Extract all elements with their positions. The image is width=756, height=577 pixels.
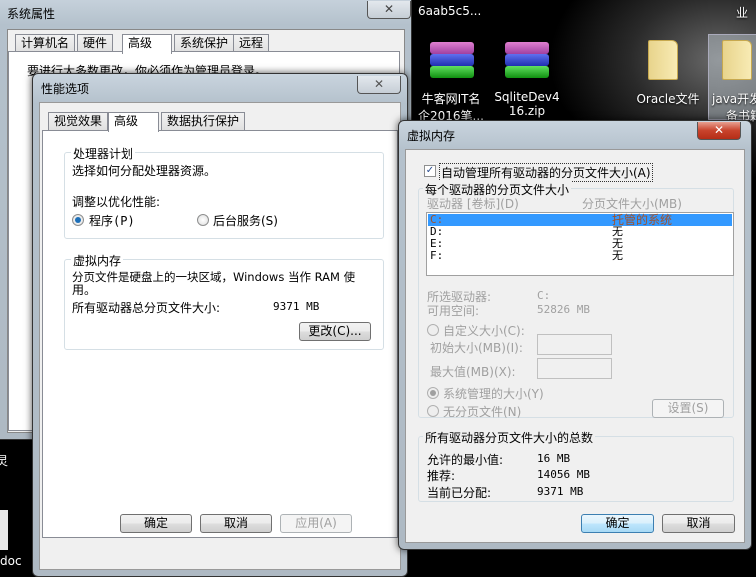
initial-size-input[interactable] <box>537 334 612 355</box>
tab-advanced[interactable]: 高级 <box>122 34 172 54</box>
drive-size: 无 <box>612 249 623 262</box>
folder-icon[interactable] <box>722 40 752 80</box>
folder-icon[interactable] <box>648 40 678 80</box>
virtual-memory-group: 虚拟内存 分页文件是硬盘上的一块区域，Windows 当作 RAM 使 用。 所… <box>64 252 384 350</box>
drive-row[interactable]: F: 无 <box>428 250 732 262</box>
window-title: 虚拟内存 <box>407 129 456 143</box>
drive-row-selected[interactable]: C: 托管的系统 <box>428 214 732 226</box>
close-button[interactable]: ✕ <box>357 76 401 94</box>
tab-computer-name[interactable]: 计算机名 <box>15 34 76 52</box>
window-title: 系统属性 <box>7 7 56 21</box>
drive-row[interactable]: D: 无 <box>428 226 732 238</box>
tab-remote[interactable]: 远程 <box>233 34 270 52</box>
processor-description: 选择如何分配处理器资源。 <box>72 164 217 178</box>
background-services-label[interactable]: 后台服务(S) <box>213 212 278 229</box>
drive-letter: F: <box>430 249 444 262</box>
vm-description-line1: 分页文件是硬盘上的一块区域，Windows 当作 RAM 使 <box>72 270 356 284</box>
no-paging-file-label[interactable]: 无分页文件(N) <box>443 403 521 420</box>
window-client: 视觉效果 高级 数据执行保护 处理器计划 选择如何分配处理器资源。 调整以优化性… <box>39 102 401 570</box>
label-line: SqliteDev4 <box>494 90 560 104</box>
tab-advanced[interactable]: 高级 <box>108 112 159 132</box>
cancel-button[interactable]: 取消 <box>200 514 272 533</box>
column-header-drive: 驱动器 [卷标](D) <box>427 197 519 211</box>
desktop-icon-label[interactable]: 牛客网IT名 企2016笔... <box>414 90 488 124</box>
totals-group: 所有驱动器分页文件大小的总数 允许的最小值: 16 MB 推荐: 14056 M… <box>418 429 734 502</box>
ok-button[interactable]: 确定 <box>120 514 192 533</box>
window-title: 性能选项 <box>41 82 90 96</box>
drive-list[interactable]: C: 托管的系统 D: 无 E: 无 F: 无 <box>426 212 734 276</box>
recommended-label: 推荐: <box>427 469 456 483</box>
adjust-label: 调整以优化性能: <box>72 195 161 209</box>
desktop-icon-label[interactable]: SqliteDev4 16.zip <box>490 90 564 118</box>
desktop-icon-label[interactable]: 灵 <box>0 452 8 469</box>
cancel-button[interactable]: 取消 <box>662 514 735 533</box>
background-services-radio[interactable] <box>197 214 209 226</box>
tab-hardware[interactable]: 硬件 <box>77 34 114 52</box>
programs-radio[interactable] <box>72 214 84 226</box>
virtual-memory-window: 虚拟内存 ✕ ✓ 自动管理所有驱动器的分页文件大小(A) 每个驱动器的分页文件大… <box>398 120 752 550</box>
free-space-label: 可用空间: <box>427 304 480 318</box>
column-header-size: 分页文件大小(MB) <box>582 197 682 211</box>
max-size-input[interactable] <box>537 358 612 379</box>
desktop-icon-label[interactable]: 业 <box>736 4 748 21</box>
set-button[interactable]: 设置(S) <box>652 399 724 418</box>
winrar-archive-icon[interactable] <box>505 42 549 78</box>
label-line: 16.zip <box>508 104 546 118</box>
tab-data-execution-prevention[interactable]: 数据执行保护 <box>161 112 246 130</box>
change-button[interactable]: 更改(C)... <box>299 322 371 341</box>
vm-description-line2: 用。 <box>72 283 97 297</box>
close-button[interactable]: ✕ <box>367 1 411 19</box>
free-space-value: 52826 MB <box>537 303 590 316</box>
group-title: 处理器计划 <box>71 145 136 162</box>
desktop-icon-label[interactable]: java开发备书籍 <box>712 90 756 124</box>
programs-label[interactable]: 程序(P) <box>89 212 135 229</box>
group-title: 所有驱动器分页文件大小的总数 <box>423 429 596 446</box>
desktop-icon-label[interactable]: Oracle文件 <box>630 90 706 107</box>
tab-visual-effects[interactable]: 视觉效果 <box>48 112 109 130</box>
drive-row[interactable]: E: 无 <box>428 238 732 250</box>
system-managed-label[interactable]: 系统管理的大小(Y) <box>443 385 544 402</box>
winrar-archive-icon[interactable] <box>430 42 474 78</box>
total-paging-label: 所有驱动器总分页文件大小: <box>72 301 221 315</box>
auto-manage-checkbox[interactable]: ✓ <box>424 165 436 177</box>
performance-options-window: 性能选项 ✕ 视觉效果 高级 数据执行保护 处理器计划 选择如何分配处理器资源。… <box>32 73 408 577</box>
total-paging-value: 9371 MB <box>273 300 320 313</box>
per-drive-group: 每个驱动器的分页文件大小 驱动器 [卷标](D) 分页文件大小(MB) C: 托管… <box>418 181 734 420</box>
system-managed-radio[interactable] <box>427 387 439 399</box>
auto-manage-label[interactable]: 自动管理所有驱动器的分页文件大小(A) <box>439 163 653 182</box>
selected-drive-value: C: <box>537 289 551 302</box>
recommended-value: 14056 MB <box>537 468 590 481</box>
desktop-icon-label[interactable]: 6aab5c5... <box>418 4 481 18</box>
close-button[interactable]: ✕ <box>697 122 741 140</box>
window-client: ✓ 自动管理所有驱动器的分页文件大小(A) 每个驱动器的分页文件大小 驱动器 [… <box>405 149 745 543</box>
apply-button[interactable]: 应用(A) <box>280 514 352 533</box>
no-paging-file-radio[interactable] <box>427 405 439 417</box>
desktop-icon-label[interactable]: doc <box>0 554 22 568</box>
tab-system-protection[interactable]: 系统保护 <box>174 34 235 52</box>
processor-scheduling-group: 处理器计划 选择如何分配处理器资源。 调整以优化性能: 程序(P) 后台服务(S… <box>64 145 384 239</box>
tab-panel: 处理器计划 选择如何分配处理器资源。 调整以优化性能: 程序(P) 后台服务(S… <box>42 130 398 538</box>
label-line: java开发 <box>712 92 756 106</box>
allocated-value: 9371 MB <box>537 485 584 498</box>
custom-size-radio[interactable] <box>427 324 439 336</box>
custom-size-label[interactable]: 自定义大小(C): <box>443 322 525 339</box>
min-allowed-value: 16 MB <box>537 452 571 465</box>
document-icon[interactable] <box>0 510 8 550</box>
ok-button[interactable]: 确定 <box>581 514 654 533</box>
group-title: 虚拟内存 <box>71 252 124 269</box>
initial-size-label: 初始大小(MB)(I): <box>430 341 523 355</box>
allocated-label: 当前已分配: <box>427 486 492 500</box>
min-allowed-label: 允许的最小值: <box>427 453 504 467</box>
max-size-label: 最大值(MB)(X): <box>430 365 516 379</box>
label-line: 牛客网IT名 <box>421 92 481 106</box>
